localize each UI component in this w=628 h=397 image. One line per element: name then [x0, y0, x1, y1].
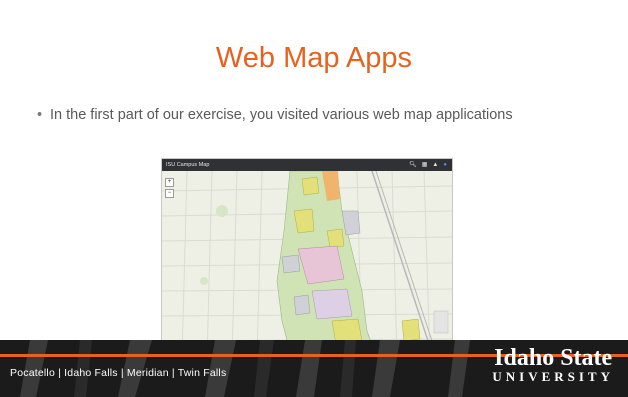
slide: Web Map Apps • In the first part of our …: [0, 0, 628, 397]
share-icon: ▲: [432, 162, 439, 168]
university-logo: Idaho State UNIVERSITY: [492, 346, 614, 384]
bullet-dot-icon: •: [37, 107, 43, 123]
logo-subtitle: UNIVERSITY: [492, 369, 614, 384]
campus-list: Pocatello | Idaho Falls | Meridian | Twi…: [10, 367, 227, 379]
grid-icon: ▦: [421, 162, 428, 168]
map-screenshot: ISU Campus Map 🔍︎ ▦ ▲ ● + −: [161, 158, 453, 360]
bullet-text: In the first part of our exercise, you v…: [50, 107, 513, 123]
map-zoom-controls: + −: [165, 178, 174, 198]
search-icon: 🔍︎: [409, 162, 417, 168]
zoom-in-button: +: [165, 178, 174, 187]
slide-title: Web Map Apps: [215, 42, 413, 74]
map-app-title: ISU Campus Map: [166, 162, 210, 168]
map-canvas: [162, 171, 452, 359]
logo-wordmark: Idaho State: [494, 345, 613, 371]
info-icon: ●: [443, 162, 447, 168]
zoom-out-button: −: [165, 189, 174, 198]
map-app-header: ISU Campus Map 🔍︎ ▦ ▲ ●: [162, 159, 452, 171]
map-app-toolbar: 🔍︎ ▦ ▲ ●: [409, 159, 447, 171]
bullet-item: • In the first part of our exercise, you…: [37, 106, 557, 125]
